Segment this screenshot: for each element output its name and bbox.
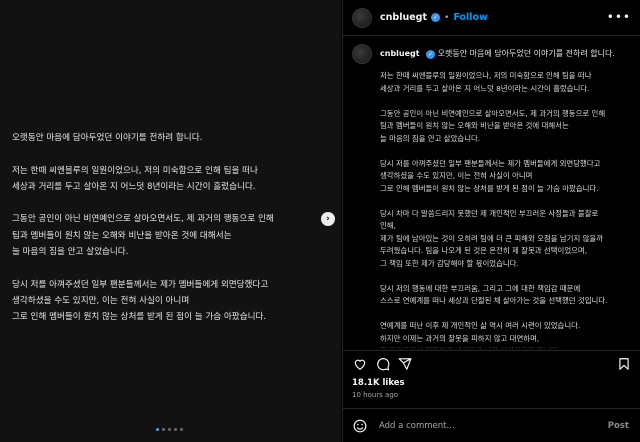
caption-line: 늘 마음의 짐을 안고 살았습니다. xyxy=(380,133,481,143)
caption-line: 팀과 멤버들이 원치 않는 오해와 비난을 받아온 것에 대해서는 xyxy=(380,121,569,130)
image-paragraph: 오랫동안 마음에 담아두었던 이야기를 전하려 합니다. xyxy=(12,130,322,146)
caption-line: 그동안 공인이 아닌 비연예인으로 살아오면서도, 제 과거의 행동으로 인해 xyxy=(380,108,606,118)
caption-line: 그 책임 또한 제가 감당해야 할 몫이었습니다. xyxy=(380,258,519,268)
caption-line: 당시 저의 행동에 대한 부끄러움, 그리고 그에 대한 책임감 때문에 xyxy=(380,283,581,293)
post-header: cnbluegt ✓ • Follow ••• xyxy=(343,0,640,36)
caption-first-line: cnbluegt ✓ 오랫동안 마음에 담아두었던 이야기를 전하려 합니다. xyxy=(380,48,615,60)
action-bar xyxy=(343,350,640,378)
image-text-line: 그동안 공인이 아닌 비연예인으로 살아오면서도, 제 과거의 행동으로 인해 xyxy=(12,214,274,225)
carousel-dot xyxy=(180,428,183,431)
carousel-dot xyxy=(162,428,165,431)
image-paragraph: 저는 한때 씨엔블루의 일원이었으나, 저의 미숙함으로 인해 팀을 떠나세상과… xyxy=(12,163,322,196)
caption-line: 스스로 연예계를 떠나 세상과 단절된 채 살아가는 것을 선택했던 것입니다. xyxy=(380,296,608,305)
caption-line: 생각하셨을 수도 있지만, 이는 전혀 사실이 아니며 xyxy=(380,171,533,180)
caption-title: 오랫동안 마음에 담아두었던 이야기를 전하려 합니다. xyxy=(437,49,615,58)
like-count[interactable]: 18.1K likes xyxy=(352,378,405,388)
carousel-dots xyxy=(156,428,183,431)
header-username[interactable]: cnbluegt xyxy=(380,12,427,23)
emoji-icon[interactable] xyxy=(353,419,367,433)
caption-line: 인해, xyxy=(380,221,396,230)
caption-area[interactable]: cnbluegt ✓ 오랫동안 마음에 담아두었던 이야기를 전하려 합니다. … xyxy=(343,36,640,350)
caption-body: 저는 한때 씨엔블루의 일원이었으나, 저의 미숙함으로 인해 팀을 떠나세상과… xyxy=(380,70,635,350)
post-timestamp[interactable]: 10 hours ago xyxy=(352,391,398,399)
caption-fade xyxy=(343,340,640,350)
carousel-dot xyxy=(174,428,177,431)
carousel-dot xyxy=(156,428,159,431)
image-text: 오랫동안 마음에 담아두었던 이야기를 전하려 합니다. 저는 한때 씨엔블루의 … xyxy=(12,130,322,342)
avatar[interactable] xyxy=(352,7,372,28)
post-sidebar: cnbluegt ✓ • Follow ••• cnbluegt ✓ 오랫동안 … xyxy=(342,0,640,442)
comment-bar: Add a comment... Post xyxy=(343,408,640,442)
next-slide-button[interactable]: › xyxy=(321,212,335,226)
more-options-icon[interactable]: ••• xyxy=(607,10,631,24)
image-text-line: 세상과 거리를 두고 살아온 지 어느덧 8년이라는 시간이 흘렀습니다. xyxy=(12,181,256,192)
follow-button[interactable]: Follow xyxy=(453,12,487,23)
image-text-line: 팀과 멤버들이 원치 않는 오해와 비난을 받아온 것에 대해서는 xyxy=(12,230,232,241)
image-text-line: 생각하셨을 수도 있지만, 이는 전혀 사실이 아니며 xyxy=(12,295,190,306)
comment-input[interactable]: Add a comment... xyxy=(379,421,608,431)
image-text-line: 당시 저를 아껴주셨던 일부 팬분들께서는 제가 멤버들에게 외면당했다고 xyxy=(12,279,269,290)
caption-line: 저는 한때 씨엔블루의 일원이었으나, 저의 미숙함으로 인해 팀을 떠나 xyxy=(380,71,592,80)
post-comment-button[interactable]: Post xyxy=(608,421,629,431)
caption-line: 세상과 거리를 두고 살아온 지 어느덧 8년이라는 시간이 흘렀습니다. xyxy=(380,83,590,93)
carousel-dot xyxy=(168,428,171,431)
caption-line: 연예계를 떠난 이후 제 개인적인 삶 역시 여러 시련이 있었습니다. xyxy=(380,321,581,330)
caption-line: 두려웠습니다. 팀을 나오게 된 것은 온전히 제 잘못과 선택이었으며, xyxy=(380,246,588,255)
caption-username[interactable]: cnbluegt xyxy=(380,49,420,58)
image-text-line: 오랫동안 마음에 담아두었던 이야기를 전하려 합니다. xyxy=(12,133,203,143)
comment-icon[interactable] xyxy=(376,357,390,371)
caption-line: 당시 저를 아껴주셨던 일부 팬분들께서는 제가 멤버들에게 외면당했다고 xyxy=(380,158,601,168)
image-paragraph: 그동안 공인이 아닌 비연예인으로 살아오면서도, 제 과거의 행동으로 인해팀… xyxy=(12,211,322,260)
image-paragraph: 당시 저를 아껴주셨던 일부 팬분들께서는 제가 멤버들에게 외면당했다고생각하… xyxy=(12,277,322,326)
image-text-line: 늘 마음의 짐을 안고 살았습니다. xyxy=(12,247,129,258)
caption-line: 제가 팀에 남아있는 것이 오히려 팀에 더 큰 피해와 오점을 남기지 않을까 xyxy=(380,233,604,243)
verified-icon: ✓ xyxy=(426,50,436,59)
caption-line: 당시 차마 다 말씀드리지 못했던 제 개인적인 부끄러운 사정들과 불찰로 xyxy=(380,208,599,218)
image-text-line: 저는 한때 씨엔블루의 일원이었으나, 저의 미숙함으로 인해 팀을 떠나 xyxy=(12,165,258,176)
caption-header: cnbluegt ✓ 오랫동안 마음에 담아두었던 이야기를 전하려 합니다. xyxy=(352,44,632,64)
caption-line: 그로 인해 멤버들이 원치 않는 상처를 받게 된 점이 늘 가슴 아팠습니다. xyxy=(380,183,599,193)
post-image[interactable]: 오랫동안 마음에 담아두었던 이야기를 전하려 합니다. 저는 한때 씨엔블루의 … xyxy=(0,0,341,442)
like-heart-icon[interactable] xyxy=(353,357,367,371)
image-text-line: 그로 인해 멤버들이 원치 않는 상처를 받게 된 점이 늘 가슴 아팠습니다. xyxy=(12,312,267,323)
caption-avatar[interactable] xyxy=(352,44,372,64)
separator-dot: • xyxy=(444,12,450,23)
verified-icon: ✓ xyxy=(431,13,440,22)
share-icon[interactable] xyxy=(398,357,412,371)
save-bookmark-icon[interactable] xyxy=(617,357,631,371)
